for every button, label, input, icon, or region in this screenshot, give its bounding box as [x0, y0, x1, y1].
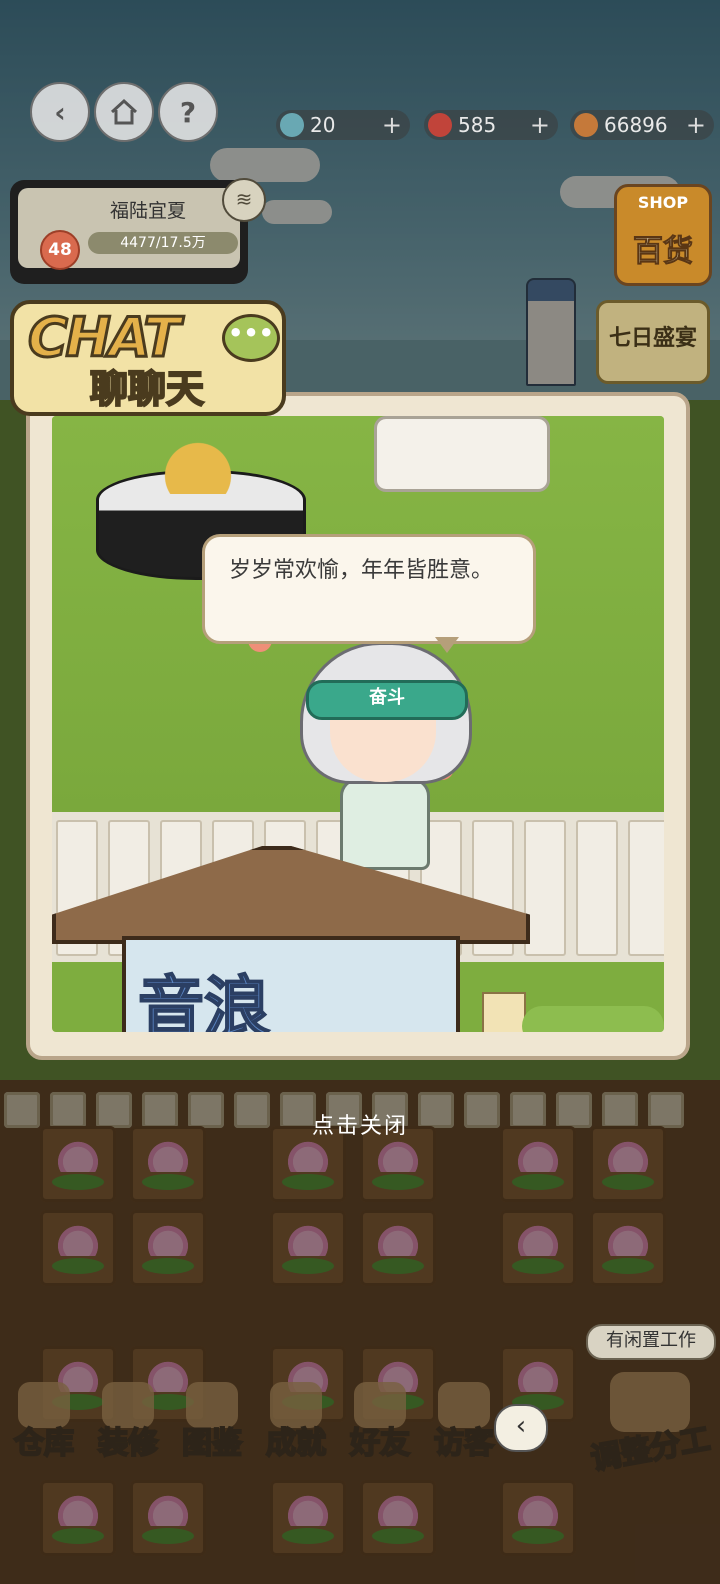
chat-bubble-icon: ••• [222, 314, 280, 362]
cabin-sign: 音浪 [122, 936, 460, 1032]
character-headband: 奋斗 [306, 680, 468, 720]
nav-label: 好友 [349, 1425, 411, 1462]
farm-name: 福陆宜夏 [109, 200, 186, 222]
shop-label-en: SHOP [637, 193, 689, 212]
nav-decorate[interactable]: 装修 [88, 1378, 168, 1470]
back-arrow-icon: ‹ [54, 95, 66, 129]
chat-dialog: 奋斗 岁岁常欢愉，年年皆胜意。 音浪 [26, 392, 690, 1060]
help-icon: ? [179, 95, 197, 129]
shop-button[interactable]: SHOP 百货 [614, 184, 712, 286]
hanging-tag [482, 992, 526, 1032]
speech-bubble: 岁岁常欢愉，年年皆胜意。 [202, 534, 536, 653]
back-button[interactable]: ‹ [30, 82, 90, 142]
speech-text: 岁岁常欢愉，年年皆胜意。 [229, 558, 494, 583]
seven-day-feast-button[interactable]: 七日盛宴 [596, 300, 710, 384]
character-body [340, 778, 430, 870]
feather-icon [428, 113, 452, 137]
xp-bar: 4477/17.5万 [88, 232, 238, 254]
level-badge: 48 [40, 230, 80, 270]
headband-text: 奋斗 [369, 687, 405, 708]
add-feather-button[interactable]: + [530, 111, 550, 139]
nav-warehouse[interactable]: 仓库 [4, 1378, 84, 1470]
farm-info-inner: 福陆宜夏 48 4477/17.5万 [18, 188, 240, 270]
add-gem-button[interactable]: + [382, 111, 402, 139]
collapse-nav-button[interactable]: ‹ [494, 1404, 548, 1452]
fence-post [524, 820, 566, 956]
nav-label: 装修 [97, 1425, 159, 1462]
home-button[interactable] [94, 82, 154, 142]
bush [522, 1006, 664, 1032]
gem-value: 20 [310, 113, 336, 137]
nav-friends[interactable]: 好友 [340, 1378, 420, 1470]
chat-badge-subtitle: 聊聊天 [89, 366, 205, 412]
add-coin-button[interactable]: + [686, 111, 706, 139]
nav-label: 图鉴 [181, 1425, 243, 1462]
fence-post [628, 820, 664, 956]
weather-icon[interactable]: ≋ [222, 178, 266, 222]
nav-label: 访客 [433, 1425, 495, 1462]
bench [374, 416, 550, 492]
nav-collection[interactable]: 图鉴 [172, 1378, 252, 1470]
nav-label: 仓库 [13, 1425, 75, 1462]
chat-badge: CHAT 聊聊天 ••• [10, 300, 286, 416]
idle-work-tag: 有闲置工作 [586, 1324, 716, 1360]
feather-value: 585 [458, 113, 497, 137]
coin-value: 66896 [604, 113, 668, 137]
help-button[interactable]: ? [158, 82, 218, 142]
cabin-sign-text: 音浪 [137, 968, 271, 1032]
speech-tail [435, 637, 459, 653]
tap-to-close-hint[interactable]: 点击关闭 [0, 1108, 720, 1140]
shop-label-zh: 百货 [633, 234, 694, 270]
home-icon [110, 98, 138, 125]
chat-scene: 奋斗 岁岁常欢愉，年年皆胜意。 音浪 [52, 416, 664, 1032]
nav-label: 成就 [265, 1425, 327, 1462]
nav-achievements[interactable]: 成就 [256, 1378, 336, 1470]
gem-icon [280, 113, 304, 137]
nav-visitors[interactable]: 访客 [424, 1378, 504, 1470]
resource-feather: 585 + [424, 110, 558, 140]
farm-info-card[interactable]: 福陆宜夏 48 4477/17.5万 [10, 180, 248, 284]
adjust-work-button[interactable]: 调整分工 [587, 1366, 714, 1488]
adjust-work-label: 调整分工 [587, 1421, 713, 1478]
gold-coins [128, 434, 268, 494]
resource-coin: 66896 + [570, 110, 714, 140]
resource-gem: 20 + [276, 110, 410, 140]
fence-post [576, 820, 618, 956]
coin-icon [574, 113, 598, 137]
seven-day-label: 七日盛宴 [608, 326, 697, 351]
